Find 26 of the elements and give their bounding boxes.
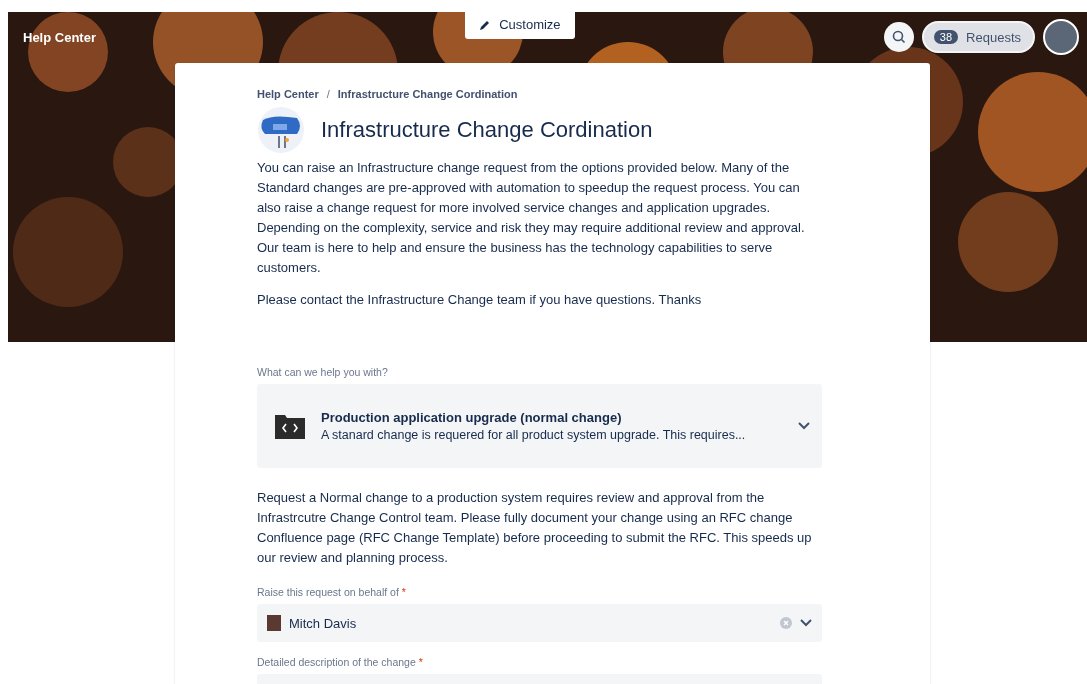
field-label: Raise this request on behalf of * [257,586,407,598]
chevron-down-icon [798,422,810,430]
photo-placeholder [267,615,281,631]
search-icon [891,30,906,44]
description-text: You can raise an Infrastructure change request from the options provided below. Many of the Standard changes are pre-approved with automation to speedup the request process. You can also raise a change request for more involved service changes and application upgrades. Depending on the complexity, service and risk they may require additional review and approval. Our team is here to help and ensure the business has the technology capabilities to serve customers. [257,159,806,277]
breadcrumb-link[interactable]: Infrastructure Change Cordination [337,88,518,100]
breadcrumb-link[interactable]: Help Center [257,88,319,100]
customize-button[interactable]: Customize [465,12,575,39]
site-title[interactable]: Help Center [23,30,96,45]
pencil-icon [479,18,492,31]
requests-count: 38 [933,30,959,44]
page-title: Infrastructure Change Cordination [321,117,653,143]
description-text: Please contact the Infrastructure Change team if you have questions. Thanks [257,291,703,309]
code-folder-icon [275,413,305,439]
request-type-summary: A stanard change is requered for all product system upgrade. This requires... [321,428,747,442]
field-value: Mitch Davis [289,615,358,631]
request-type-select[interactable]: Production application upgrade (normal change) A stanard change is requered for all product system upgrade. This requires... [257,384,822,468]
chevron-down-icon[interactable] [800,619,812,627]
requests-button[interactable]: 38 Requests [921,21,1035,53]
user-select-field[interactable]: Mitch Davis [257,604,822,642]
portal-illustration-icon [257,106,305,154]
field-label: Detailed description of the change * [257,656,424,668]
breadcrumb-separator: / [326,88,330,100]
request-type-title: Production application upgrade (normal change) [321,410,623,425]
request-info-text: Request a Normal change to a production system requires review and approval from the Infrastrcutre Change Control team. Please fully document your change using an RFC change Confluence page (RFC Change Template) before proceeding to submit the RFC. This speeds up our review and planning process. [257,489,813,567]
field-label: What can we help you with? [257,366,389,378]
